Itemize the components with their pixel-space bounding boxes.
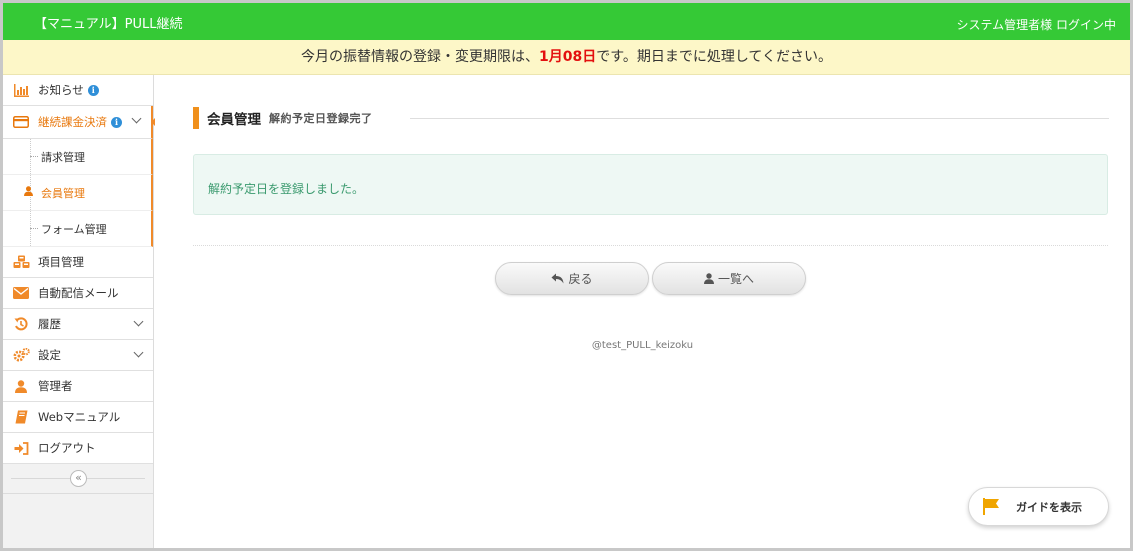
sidebar-subitem-members[interactable]: 会員管理 <box>3 175 153 211</box>
back-button[interactable]: 戻る <box>495 262 649 295</box>
sidebar-item-label: 管理者 <box>38 379 73 393</box>
flag-icon <box>983 498 1000 515</box>
history-icon <box>12 317 30 331</box>
main-content: 会員管理 解約予定日登録完了 解約予定日を登録しました。 戻る 一覧へ @tes… <box>155 75 1130 548</box>
sidebar-item-label: お知らせ <box>38 83 84 97</box>
sidebar-subitem-label: フォーム管理 <box>41 222 107 236</box>
sidebar-item-fields[interactable]: 項目管理 <box>3 247 153 278</box>
deadline-notice: 今月の振替情報の登録・変更期限は、1月08日です。期日までに処理してください。 <box>3 40 1130 75</box>
sidebar-item-label: 自動配信メール <box>38 286 119 300</box>
sidebar: お知らせ i 継続課金決済 i 請求管理 会員管理 フォーム管理 項目管理 自動… <box>3 75 160 548</box>
cubes-icon <box>12 255 30 269</box>
sidebar-item-admins[interactable]: 管理者 <box>3 371 153 402</box>
user-icon <box>24 186 33 199</box>
login-status: システム管理者様 ログイン中 <box>956 18 1116 32</box>
success-message: 解約予定日を登録しました。 <box>193 154 1108 215</box>
envelope-icon <box>12 286 30 300</box>
info-icon: i <box>87 84 99 96</box>
heading-divider <box>410 118 1109 119</box>
chevron-down-icon <box>131 113 142 124</box>
credit-card-icon <box>12 115 30 129</box>
collapse-sidebar-button[interactable]: « <box>70 470 87 487</box>
page-title: 会員管理 <box>207 112 261 128</box>
top-bar: 【マニュアル】PULL継続 システム管理者様 ログイン中 <box>3 3 1130 40</box>
sidebar-item-label: 履歴 <box>38 317 61 331</box>
sidebar-item-news[interactable]: お知らせ i <box>3 75 153 106</box>
app-title: 【マニュアル】PULL継続 <box>34 17 183 32</box>
chevron-down-icon <box>133 316 144 327</box>
user-icon <box>12 379 30 393</box>
page-heading: 会員管理 解約予定日登録完了 <box>193 107 373 129</box>
content-divider <box>193 245 1108 246</box>
account-id: @test_PULL_keizoku <box>591 340 694 351</box>
sidebar-item-recurring-billing[interactable]: 継続課金決済 i <box>3 106 160 139</box>
sidebar-subitem-label: 会員管理 <box>41 186 85 200</box>
notice-suffix: です。期日までに処理してください。 <box>596 49 832 65</box>
sidebar-item-logout[interactable]: ログアウト <box>3 433 153 464</box>
sidebar-item-auto-mail[interactable]: 自動配信メール <box>3 278 153 309</box>
sidebar-item-label: ログアウト <box>38 441 96 455</box>
sidebar-item-history[interactable]: 履歴 <box>3 309 153 340</box>
list-button-label: 一覧へ <box>717 272 754 286</box>
show-guide-label: ガイドを表示 <box>1016 500 1082 514</box>
book-icon <box>12 410 30 424</box>
app-window: 【マニュアル】PULL継続 システム管理者様 ログイン中 今月の振替情報の登録・… <box>0 0 1133 551</box>
list-button[interactable]: 一覧へ <box>652 262 806 295</box>
heading-accent-bar <box>193 107 199 129</box>
show-guide-button[interactable]: ガイドを表示 <box>968 487 1109 526</box>
sidebar-item-settings[interactable]: 設定 <box>3 340 153 371</box>
sign-out-icon <box>12 441 30 455</box>
sidebar-subitem-forms[interactable]: フォーム管理 <box>3 211 153 247</box>
sidebar-subitem-billing[interactable]: 請求管理 <box>3 139 153 175</box>
user-icon <box>703 273 714 284</box>
sidebar-item-label: Webマニュアル <box>38 410 121 424</box>
sidebar-subitem-label: 請求管理 <box>41 150 85 164</box>
notice-prefix: 今月の振替情報の登録・変更期限は、 <box>301 49 539 65</box>
sidebar-item-label: 設定 <box>38 348 61 362</box>
gears-icon <box>12 348 30 362</box>
sidebar-collapse-row: « <box>3 464 153 494</box>
sidebar-item-label: 項目管理 <box>38 255 84 269</box>
sidebar-item-label: 継続課金決済 <box>38 115 107 129</box>
notice-deadline: 1月08日 <box>539 49 597 65</box>
chevron-down-icon <box>133 347 144 358</box>
bar-chart-icon <box>12 83 30 97</box>
info-icon: i <box>111 116 122 128</box>
back-button-label: 戻る <box>568 272 593 286</box>
reply-arrow-icon <box>551 273 564 284</box>
sidebar-item-web-manual[interactable]: Webマニュアル <box>3 402 153 433</box>
page-subtitle: 解約予定日登録完了 <box>269 112 373 125</box>
